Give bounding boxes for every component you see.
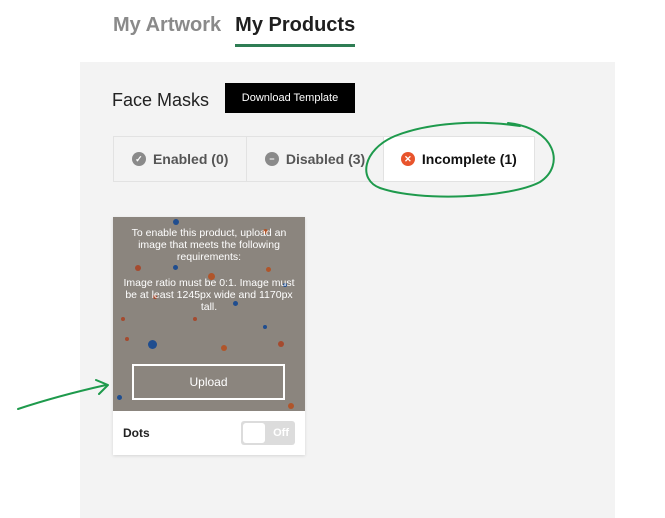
requirements-details: Image ratio must be 0:1. Image must be a… bbox=[123, 277, 295, 313]
toggle-label: Off bbox=[273, 427, 289, 439]
tab-disabled-label: Disabled (3) bbox=[285, 151, 366, 167]
product-name: Dots bbox=[123, 426, 150, 440]
download-template-button[interactable]: Download Template bbox=[225, 83, 355, 113]
requirements-intro: To enable this product, upload an image … bbox=[131, 227, 287, 263]
products-panel: Face Masks Download Template ✓ Enabled (… bbox=[80, 62, 615, 518]
upload-button[interactable]: Upload bbox=[132, 364, 285, 400]
status-tabs: ✓ Enabled (0) − Disabled (3) ✕ Incomplet… bbox=[113, 136, 535, 182]
minus-circle-icon: − bbox=[264, 152, 279, 166]
product-image: To enable this product, upload an image … bbox=[113, 217, 305, 411]
tab-disabled[interactable]: − Disabled (3) bbox=[247, 137, 384, 181]
tab-enabled[interactable]: ✓ Enabled (0) bbox=[114, 137, 248, 181]
tab-my-products[interactable]: My Products bbox=[235, 14, 356, 47]
card-footer: Dots Off bbox=[113, 411, 305, 455]
tab-enabled-label: Enabled (0) bbox=[152, 151, 229, 167]
section-title: Face Masks bbox=[112, 90, 210, 110]
x-circle-icon: ✕ bbox=[400, 152, 415, 166]
enable-toggle[interactable]: Off bbox=[241, 421, 295, 445]
upload-requirements-message: To enable this product, upload an image … bbox=[119, 227, 299, 313]
product-card: To enable this product, upload an image … bbox=[113, 217, 305, 455]
tab-my-artwork[interactable]: My Artwork bbox=[113, 14, 221, 47]
top-tabs: My Artwork My Products bbox=[113, 14, 356, 47]
tab-incomplete[interactable]: ✕ Incomplete (1) bbox=[383, 137, 534, 181]
tab-incomplete-label: Incomplete (1) bbox=[421, 151, 517, 167]
toggle-knob bbox=[243, 423, 265, 443]
check-circle-icon: ✓ bbox=[131, 152, 146, 166]
